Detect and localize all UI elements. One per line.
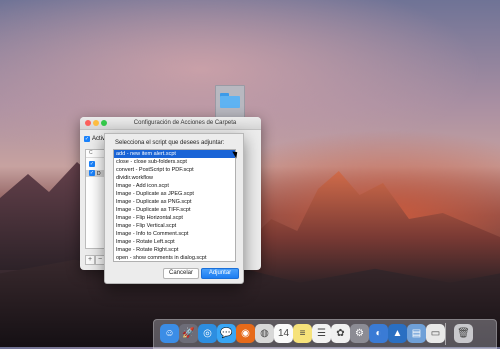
chrome-icon[interactable]: ◍ [255,324,274,343]
script-list-item[interactable]: convert - PostScript to PDF.scpt [114,166,235,174]
script-list-item[interactable]: Image - Duplicate as PNG.scpt [114,198,235,206]
script-list-item[interactable]: dividir.workflow [114,174,235,182]
launchpad-icon[interactable]: 🚀 [179,324,198,343]
photos-icon[interactable]: ✿ [331,324,350,343]
zoom-button[interactable] [101,120,107,126]
choose-script-sheet: Selecciona el script que desees adjuntar… [104,133,244,284]
add-folder-button[interactable]: + [85,255,95,265]
script-list-item[interactable]: Image - Add icon.scpt [114,182,235,190]
script-list-item[interactable]: open - show comments in dialog.scpt [114,254,235,261]
script-list[interactable]: add - new item alert.scpt close - close s… [113,149,236,262]
script-list-item[interactable]: close - close sub-folders.scpt [114,158,235,166]
folder-list-row[interactable]: ✓ [89,161,97,168]
script-list-item[interactable]: Image - Flip Vertical.scpt [114,222,235,230]
dock: ☺ 🚀 ◎ 💬 ◉ ◍ 14 ≡ ☰ ✿ ⚙ ◐ ▲ ▤ ▭ 🗑 [153,319,497,349]
network-utility-icon[interactable]: ◐ [369,324,388,343]
reminders-icon[interactable]: ☰ [312,324,331,343]
cancel-button[interactable]: Cancelar [163,268,199,279]
titlebar: Configuración de Acciones de Carpeta [80,117,261,130]
messages-icon[interactable]: 💬 [217,324,236,343]
script-list-item[interactable]: Image - Duplicate as JPEG.scpt [114,190,235,198]
safari-icon[interactable]: ◎ [198,324,217,343]
sheet-prompt: Selecciona el script que desees adjuntar… [115,140,225,146]
big-sur-icon[interactable]: ▲ [388,324,407,343]
attach-button[interactable]: Adjuntar [201,268,239,279]
script-list-item[interactable]: Image - Rotate Left.scpt [114,238,235,246]
firefox-icon[interactable]: ◉ [236,324,255,343]
folder-checkbox[interactable]: ✓ [89,170,95,176]
calendar-icon[interactable]: 14 [274,324,293,343]
desktop-folder[interactable] [215,85,245,119]
downloads-stack-icon[interactable]: ▭ [426,324,445,343]
enable-checkbox[interactable]: ✓ [84,136,90,142]
preview-icon[interactable]: ▤ [407,324,426,343]
wallpaper-mountain-right [240,171,500,285]
minimize-button[interactable] [93,120,99,126]
folder-checkbox[interactable]: ✓ [89,161,95,167]
folder-icon [220,93,240,108]
system-preferences-icon[interactable]: ⚙ [350,324,369,343]
close-button[interactable] [85,120,91,126]
script-list-item[interactable]: Image - Flip Horizontal.scpt [114,214,235,222]
script-list-item[interactable]: add - new item alert.scpt [114,150,235,158]
script-list-item[interactable]: Image - Rotate Right.scpt [114,246,235,254]
notes-icon[interactable]: ≡ [293,324,312,343]
script-list-item[interactable]: Image - Duplicate as TIFF.scpt [114,206,235,214]
dock-separator [445,323,446,345]
trash-icon[interactable]: 🗑 [454,324,473,343]
window-title: Configuración de Acciones de Carpeta [133,120,237,126]
finder-icon[interactable]: ☺ [160,324,179,343]
script-list-item[interactable]: Image - Info to Comment.scpt [114,230,235,238]
